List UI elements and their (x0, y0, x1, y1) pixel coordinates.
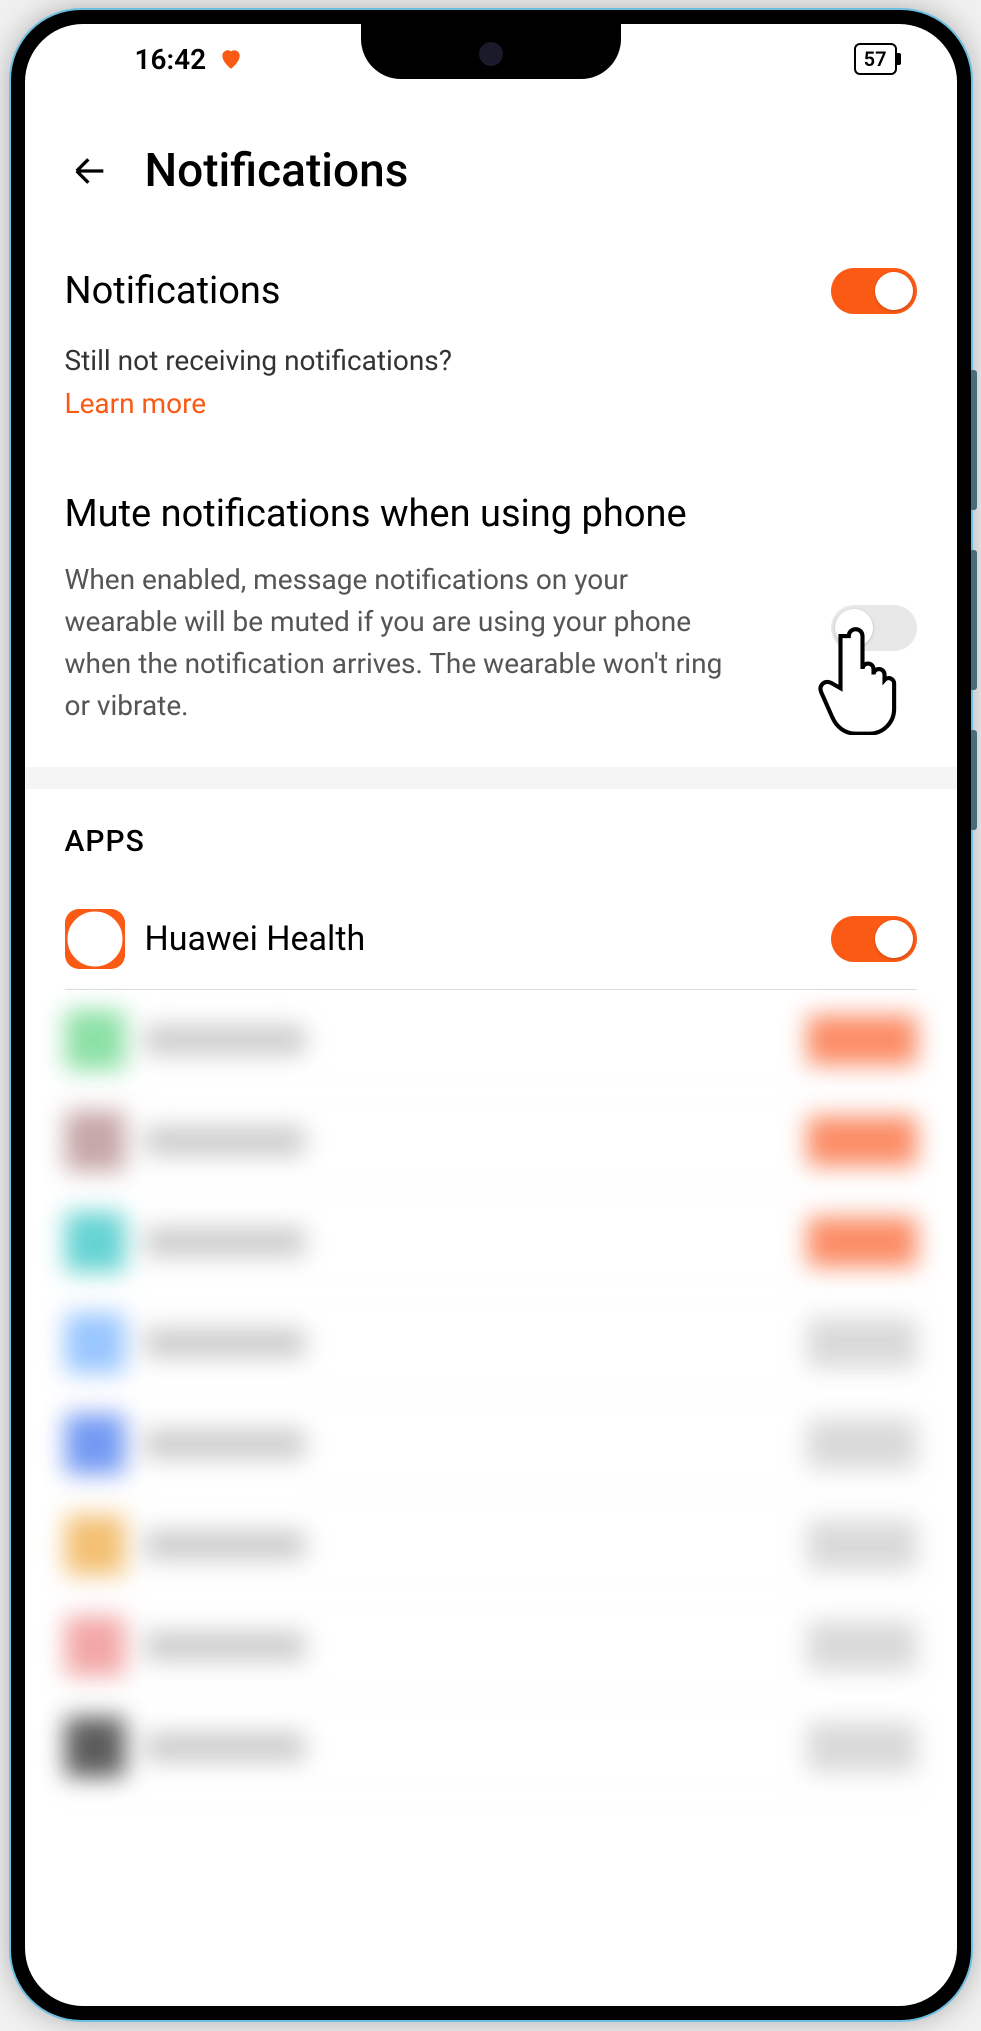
app-row (65, 1697, 917, 1798)
apps-list: Huawei Health (65, 889, 917, 1798)
app-row (65, 1293, 917, 1394)
app-toggle[interactable] (807, 1217, 917, 1267)
mute-toggle[interactable] (831, 605, 917, 651)
notch (361, 24, 621, 79)
app-toggle[interactable] (807, 1318, 917, 1368)
toggle-knob (835, 609, 873, 647)
app-name-label (145, 1025, 305, 1055)
app-icon (65, 1212, 125, 1272)
screen: 16:42 57 Notifications Notifications (25, 24, 957, 2006)
app-row (65, 1091, 917, 1192)
app-name-label (145, 1530, 305, 1560)
app-name-label (145, 1732, 305, 1762)
app-toggle[interactable] (807, 1722, 917, 1772)
app-icon (65, 909, 125, 969)
app-name-label: Huawei Health (145, 919, 811, 959)
app-icon (65, 1414, 125, 1474)
mute-title: Mute notifications when using phone (65, 490, 917, 559)
volume-down-button[interactable] (971, 550, 977, 690)
toggle-knob (875, 920, 913, 958)
phone-frame: 16:42 57 Notifications Notifications (11, 10, 971, 2020)
battery-indicator: 57 (854, 43, 897, 75)
app-toggle[interactable] (807, 1116, 917, 1166)
power-button[interactable] (971, 730, 977, 830)
app-icon (65, 1111, 125, 1171)
mute-description: When enabled, message notifications on y… (65, 559, 917, 727)
notifications-setting-row: Notifications (65, 238, 917, 344)
learn-more-link[interactable]: Learn more (65, 387, 917, 460)
app-icon (65, 1616, 125, 1676)
notifications-toggle[interactable] (831, 268, 917, 314)
app-icon (65, 1313, 125, 1373)
app-row: Huawei Health (65, 889, 917, 990)
health-indicator-icon (218, 46, 244, 72)
toggle-knob (875, 272, 913, 310)
mute-section: Mute notifications when using phone When… (65, 460, 917, 767)
volume-up-button[interactable] (971, 370, 977, 510)
app-toggle[interactable] (807, 1621, 917, 1671)
app-icon (65, 1010, 125, 1070)
app-row (65, 1394, 917, 1495)
app-row (65, 1596, 917, 1697)
app-toggle[interactable] (831, 916, 917, 962)
page-title: Notifications (145, 144, 409, 198)
help-text: Still not receiving notifications? (65, 344, 917, 387)
app-row (65, 1495, 917, 1596)
apps-section-header: APPS (65, 789, 917, 889)
app-toggle[interactable] (807, 1419, 917, 1469)
app-name-label (145, 1328, 305, 1358)
app-name-label (145, 1429, 305, 1459)
app-name-label (145, 1227, 305, 1257)
app-icon (65, 1717, 125, 1777)
app-row (65, 990, 917, 1091)
app-toggle[interactable] (807, 1520, 917, 1570)
app-toggle[interactable] (807, 1015, 917, 1065)
app-name-label (145, 1126, 305, 1156)
battery-level: 57 (864, 47, 887, 71)
side-buttons (971, 370, 979, 870)
section-divider (25, 767, 957, 789)
back-button[interactable] (65, 151, 115, 191)
app-icon (65, 1515, 125, 1575)
app-name-label (145, 1631, 305, 1661)
status-time: 16:42 (135, 43, 207, 76)
page-header: Notifications (25, 94, 957, 238)
notifications-label: Notifications (65, 269, 281, 313)
app-row (65, 1192, 917, 1293)
